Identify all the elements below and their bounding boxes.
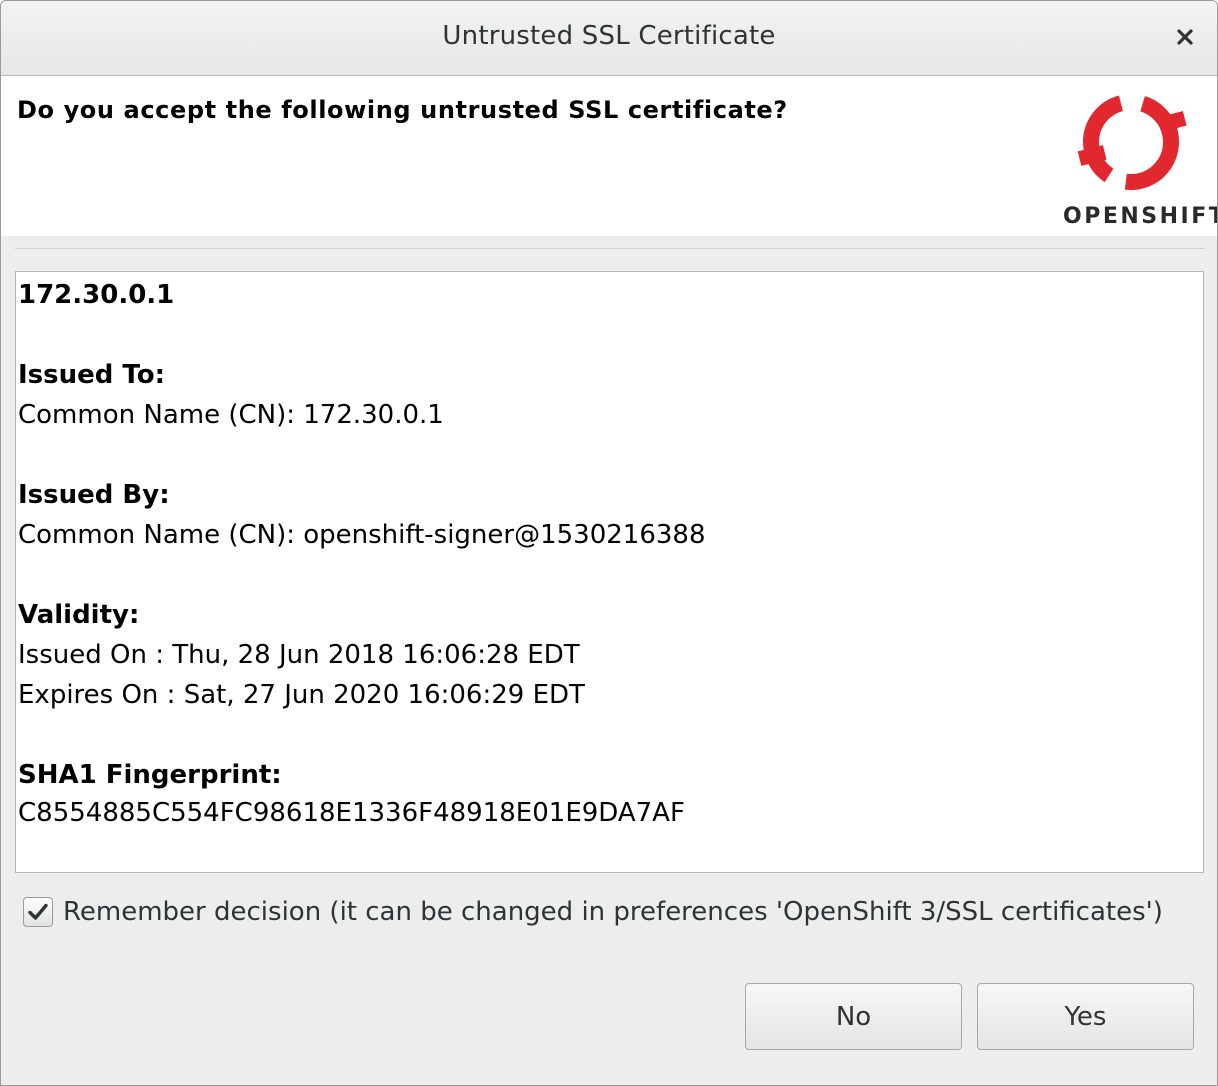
cert-host: 172.30.0.1 [18,280,175,310]
openshift-logo: OPENSHIFT [1059,84,1218,234]
issued-to-cn: Common Name (CN): 172.30.0.1 [18,400,444,430]
ssl-certificate-dialog: Untrusted SSL Certificate Do you accept … [0,0,1218,1086]
close-icon [1177,29,1193,45]
yes-button[interactable]: Yes [977,983,1194,1050]
remember-decision-checkbox[interactable]: Remember decision (it can be changed in … [23,897,1163,927]
divider [15,248,1205,249]
dialog-header: Do you accept the following untrusted SS… [1,76,1217,236]
validity-heading: Validity: [18,600,140,630]
question-text: Do you accept the following untrusted SS… [17,96,788,124]
sha1-fingerprint: C8554885C554FC98618E1336F48918E01E9DA7AF [18,798,685,828]
close-button[interactable] [1167,19,1203,55]
fingerprint-heading: SHA1 Fingerprint: [18,760,282,790]
checkmark-icon [28,903,48,920]
checkbox[interactable] [23,897,53,927]
openshift-logo-text: OPENSHIFT [1063,204,1218,229]
issued-by-cn: Common Name (CN): openshift-signer@15302… [18,520,706,550]
expires-on: Expires On : Sat, 27 Jun 2020 16:06:29 E… [18,680,585,710]
title-bar: Untrusted SSL Certificate [1,1,1217,76]
openshift-logo-icon [1077,94,1187,190]
dialog-title: Untrusted SSL Certificate [442,21,776,51]
issued-on: Issued On : Thu, 28 Jun 2018 16:06:28 ED… [18,640,580,670]
issued-to-heading: Issued To: [18,360,165,390]
remember-decision-label: Remember decision (it can be changed in … [63,897,1163,927]
issued-by-heading: Issued By: [18,480,170,510]
certificate-details[interactable]: 172.30.0.1 Issued To: Common Name (CN): … [15,271,1204,873]
no-button[interactable]: No [745,983,962,1050]
